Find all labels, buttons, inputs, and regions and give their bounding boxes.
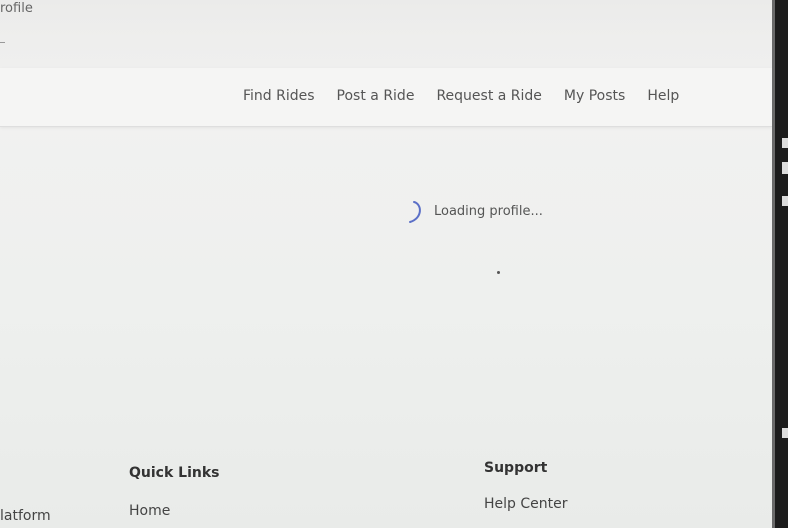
tab-title[interactable]: rofile (0, 1, 33, 16)
window-border (772, 0, 775, 528)
adjacent-window-edge (772, 0, 788, 528)
nav-link-post-a-ride[interactable]: Post a Ride (337, 88, 415, 104)
footer-link-help-center[interactable]: Help Center (484, 496, 568, 512)
nav-link-find-rides[interactable]: Find Rides (243, 88, 315, 104)
top-navbar: Find Rides Post a Ride Request a Ride My… (0, 68, 772, 127)
footer-heading-support: Support (484, 460, 548, 476)
footer-heading-quick-links: Quick Links (129, 465, 220, 481)
nav-link-help[interactable]: Help (647, 88, 679, 104)
edge-mark (782, 196, 788, 206)
stray-dot (497, 271, 500, 274)
loading-indicator: Loading profile... (408, 200, 543, 223)
nav-link-request-a-ride[interactable]: Request a Ride (436, 88, 541, 104)
address-bar-fragment (0, 42, 5, 43)
edge-mark (782, 162, 788, 174)
loading-text: Loading profile... (434, 203, 543, 219)
footer-brand-fragment: latform (0, 508, 51, 524)
edge-mark (782, 138, 788, 148)
nav-links: Find Rides Post a Ride Request a Ride My… (243, 88, 679, 104)
nav-link-my-posts[interactable]: My Posts (564, 88, 625, 104)
loading-spinner-icon (408, 200, 424, 223)
footer-link-home[interactable]: Home (129, 503, 170, 519)
edge-mark (782, 428, 788, 438)
browser-viewport: rofile Find Rides Post a Ride Request a … (0, 0, 772, 528)
